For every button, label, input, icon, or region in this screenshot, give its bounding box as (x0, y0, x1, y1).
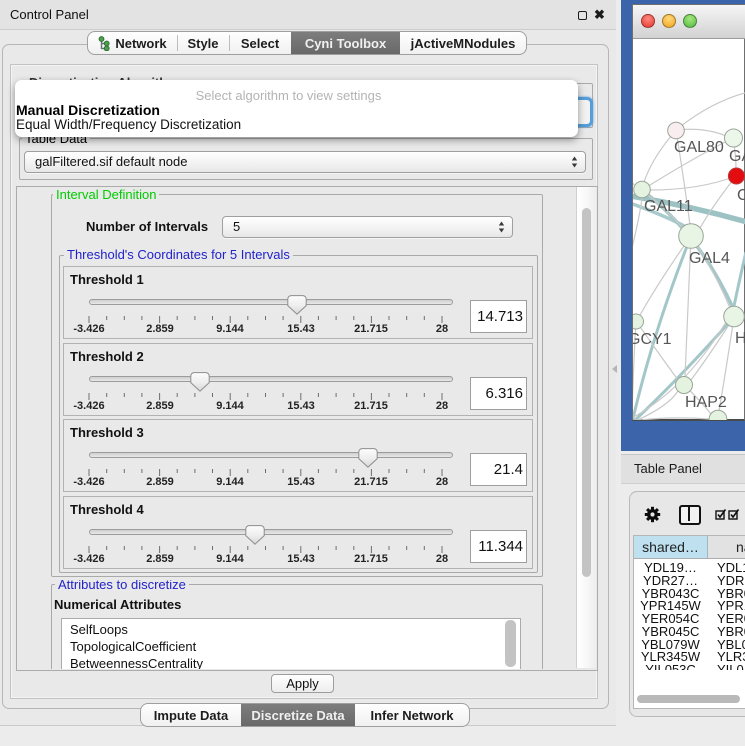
svg-text:H: H (735, 330, 745, 347)
svg-text:GA: GA (729, 148, 745, 165)
svg-text:GAL80: GAL80 (674, 139, 724, 156)
svg-text:C: C (737, 187, 745, 204)
svg-text:GAL11: GAL11 (644, 198, 693, 215)
svg-text:HAP2: HAP2 (685, 394, 727, 411)
svg-text:GCY1: GCY1 (633, 331, 672, 348)
svg-text:GAL4: GAL4 (689, 250, 730, 267)
